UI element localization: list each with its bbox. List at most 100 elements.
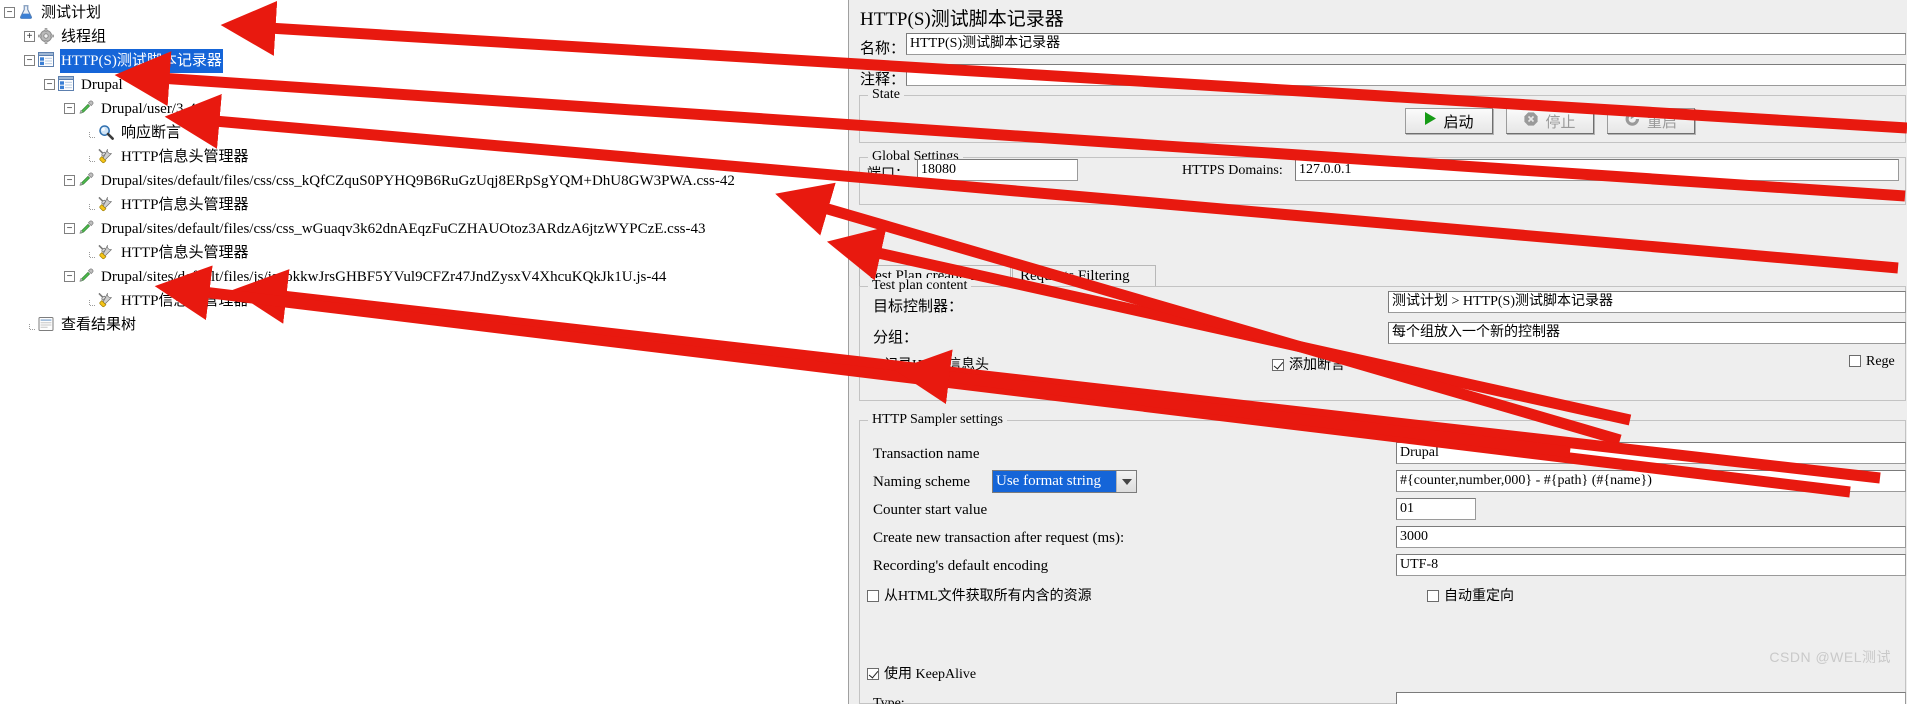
- tree-collapse-toggle[interactable]: −: [64, 103, 75, 115]
- tree-item-9[interactable]: − Drupal/sites/default/files/css/css_wGua…: [0, 216, 848, 240]
- stop-button[interactable]: 停止: [1506, 108, 1594, 134]
- tree-item-4[interactable]: − Drupal/user/3-41: [0, 96, 848, 120]
- tree-item-3[interactable]: − Drupal: [0, 72, 848, 96]
- port-input[interactable]: 18080: [917, 159, 1078, 181]
- add-assertions-label: 添加断言: [1289, 358, 1345, 373]
- restart-button[interactable]: 重启: [1607, 107, 1695, 134]
- tree-collapse-toggle[interactable]: −: [64, 175, 75, 187]
- tree-item-label: Drupal/user/3-41: [101, 100, 204, 117]
- checkbox-box: [1272, 359, 1284, 371]
- target-controller-select[interactable]: 测试计划 > HTTP(S)测试脚本记录器: [1388, 291, 1906, 313]
- naming-scheme-select[interactable]: Use format string: [992, 470, 1137, 493]
- create-new-transaction-input[interactable]: 3000: [1396, 526, 1906, 548]
- watermark: CSDN @WEL测试: [1769, 649, 1891, 665]
- regex-matching-checkbox[interactable]: Rege: [1849, 354, 1895, 370]
- tree-expand-toggle[interactable]: +: [24, 31, 35, 43]
- use-keepalive-checkbox[interactable]: 使用 KeepAlive: [867, 663, 976, 683]
- sampler-icon: [78, 100, 96, 118]
- recorder-icon: [58, 75, 76, 94]
- tree-item-10[interactable]: HTTP信息头管理器: [0, 240, 848, 264]
- tree-item-7[interactable]: − Drupal/sites/default/files/css/css_kQfC…: [0, 168, 848, 192]
- naming-scheme-label: Naming scheme: [873, 474, 971, 490]
- counter-start-input[interactable]: 01: [1396, 498, 1476, 520]
- test-plan-tree-pane[interactable]: − 测试计划 + 线程组 − HTTP(S)测试脚本记录器 − Drupal − Drupal/u…: [0, 0, 849, 704]
- tree-leaf-connector: [84, 247, 95, 259]
- test-plan-icon: [18, 4, 36, 22]
- name-label: 名称：: [860, 41, 906, 57]
- play-icon: [1424, 112, 1437, 130]
- capture-http-headers-checkbox[interactable]: 记录HTTP信息头: [867, 354, 989, 374]
- tree-item-2[interactable]: − HTTP(S)测试脚本记录器: [0, 48, 848, 73]
- tree-collapse-toggle[interactable]: −: [64, 271, 75, 283]
- tree-item-6[interactable]: HTTP信息头管理器: [0, 144, 848, 168]
- header-manager-icon: [98, 244, 116, 262]
- tree-item-label: HTTP信息头管理器: [121, 292, 249, 309]
- default-encoding-label: Recording's default encoding: [873, 558, 1049, 574]
- tree-item-5[interactable]: 响应断言: [0, 120, 848, 144]
- tree-item-11[interactable]: − Drupal/sites/default/files/js/js_bkkwJr…: [0, 264, 848, 288]
- tree-item-1[interactable]: + 线程组: [0, 24, 848, 48]
- header-manager-icon: [98, 196, 116, 214]
- add-assertions-checkbox[interactable]: 添加断言: [1272, 354, 1345, 374]
- https-domains-input[interactable]: 127.0.0.1: [1295, 159, 1899, 181]
- tree-item-label: 测试计划: [41, 4, 102, 21]
- tab-requests-filtering[interactable]: Requests Filtering: [1012, 265, 1156, 287]
- default-encoding-input[interactable]: UTF-8: [1396, 554, 1906, 576]
- retrieve-embedded-resources-checkbox[interactable]: 从HTML文件获取所有内含的资源: [867, 585, 1092, 605]
- tree-item-label: HTTP信息头管理器: [121, 196, 249, 213]
- chevron-down-icon[interactable]: [1116, 471, 1136, 492]
- follow-redirects-checkbox[interactable]: 自动重定向: [1427, 585, 1514, 605]
- counter-start-label: Counter start value: [873, 502, 988, 518]
- follow-redirects-label: 自动重定向: [1444, 589, 1514, 604]
- grouping-select[interactable]: 每个组放入一个新的控制器: [1388, 322, 1906, 344]
- tree-item-12[interactable]: HTTP信息头管理器: [0, 288, 848, 312]
- target-controller-label: 目标控制器：: [873, 299, 964, 315]
- restart-icon: [1625, 107, 1641, 131]
- tree-item-8[interactable]: HTTP信息头管理器: [0, 192, 848, 216]
- naming-format-input[interactable]: #{counter,number,000} - #{path} (#{name}…: [1396, 470, 1906, 492]
- tree-item-label: 查看结果树: [61, 316, 137, 333]
- checkbox-box: [867, 590, 879, 602]
- checkbox-box: [867, 359, 879, 371]
- tree-collapse-toggle[interactable]: −: [24, 55, 35, 67]
- tree-item-13[interactable]: 查看结果树: [0, 312, 848, 336]
- comment-input[interactable]: [906, 64, 1906, 86]
- tree-item-label: Drupal: [81, 76, 123, 93]
- tree-leaf-connector: [84, 151, 95, 163]
- checkbox-box: [1849, 355, 1861, 367]
- grouping-label: 分组：: [873, 330, 919, 346]
- tree-collapse-toggle[interactable]: −: [44, 79, 55, 91]
- tree-collapse-toggle[interactable]: −: [4, 7, 15, 19]
- header-manager-icon: [98, 292, 116, 310]
- https-domains-label: HTTPS Domains:: [1182, 163, 1283, 178]
- settings-tabs[interactable]: Test Plan creation Requests Filtering: [859, 265, 1899, 287]
- stop-button-label: 停止: [1545, 114, 1576, 131]
- type-input[interactable]: [1396, 692, 1906, 704]
- page-title: HTTP(S)测试脚本记录器: [860, 9, 1064, 30]
- header-manager-icon: [98, 148, 116, 166]
- test-plan-content-legend: Test plan content: [868, 278, 972, 294]
- tree-item-0[interactable]: − 测试计划: [0, 0, 848, 24]
- tree-leaf-connector: [84, 199, 95, 211]
- tree-item-label: 线程组: [61, 28, 107, 45]
- start-button[interactable]: 启动: [1405, 108, 1493, 134]
- state-group-legend: State: [868, 87, 904, 103]
- tree-item-label: Drupal/sites/default/files/js/js_bkkwJrs…: [101, 268, 667, 285]
- results-tree-icon: [38, 316, 56, 334]
- name-input[interactable]: HTTP(S)测试脚本记录器: [906, 33, 1906, 55]
- sampler-icon: [78, 172, 96, 190]
- transaction-name-input[interactable]: Drupal: [1396, 442, 1906, 464]
- checkbox-box: [867, 668, 879, 680]
- tree-collapse-toggle[interactable]: −: [64, 223, 75, 235]
- tree-leaf-connector: [84, 295, 95, 307]
- transaction-name-label: Transaction name: [873, 446, 980, 462]
